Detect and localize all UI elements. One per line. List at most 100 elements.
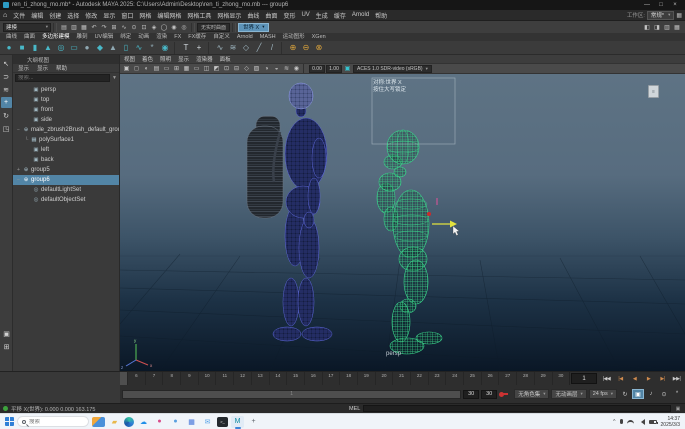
menu-set-selector[interactable]: 建模 ▾ xyxy=(3,23,51,32)
frame-tick[interactable]: 6 xyxy=(127,372,145,385)
menu-item[interactable]: 生成 xyxy=(313,11,331,20)
select-camera-icon[interactable]: ▣ xyxy=(122,64,131,73)
boolean-intersect-icon[interactable]: ⊗ xyxy=(313,42,325,54)
onedrive-icon[interactable]: ☁ xyxy=(137,416,150,428)
redo-icon[interactable]: ↷ xyxy=(99,22,109,32)
outliner-item[interactable]: − ⊕ group6 xyxy=(13,175,119,185)
wifi-icon[interactable] xyxy=(627,420,634,424)
shelf-tab[interactable]: 自定义 xyxy=(213,33,230,41)
frame-tick[interactable]: 12 xyxy=(233,372,251,385)
maya-app-icon[interactable]: M xyxy=(231,416,244,428)
symmetry-selector[interactable]: 世界 X ▾ xyxy=(238,23,269,32)
poly-plane-icon[interactable]: ▭ xyxy=(68,42,80,54)
single-pane-layout-button[interactable]: ▣ xyxy=(1,328,12,339)
shelf-tab[interactable]: MASH xyxy=(260,33,276,41)
outliner-item[interactable]: ▣ side xyxy=(13,115,119,125)
text-tool-icon[interactable]: T xyxy=(180,42,192,54)
frame-tick[interactable]: 7 xyxy=(145,372,163,385)
select-hierarchy-icon[interactable]: ◯ xyxy=(159,22,169,32)
edge-browser-icon[interactable] xyxy=(124,417,134,427)
safe-action-icon[interactable]: ⊡ xyxy=(222,64,231,73)
human-body-mesh[interactable] xyxy=(273,83,332,341)
frame-tick[interactable]: 13 xyxy=(251,372,269,385)
shelf-tab[interactable]: XGen xyxy=(312,33,326,41)
viewport-menu-item[interactable]: 渲染器 xyxy=(196,55,213,63)
expand-toggle[interactable]: + xyxy=(15,167,22,173)
select-component-icon[interactable]: ◎ xyxy=(179,22,189,32)
poly-disc-icon[interactable]: ● xyxy=(81,42,93,54)
boolean-union-icon[interactable]: ⊕ xyxy=(287,42,299,54)
animation-preferences-icon[interactable]: * xyxy=(671,389,683,399)
menu-item[interactable]: 编辑网格 xyxy=(154,11,184,20)
snip-tool-icon[interactable]: + xyxy=(247,416,260,428)
outliner-item[interactable]: ▣ left xyxy=(13,145,119,155)
shelf-tab[interactable]: UV编辑 xyxy=(95,33,114,41)
open-scene-icon[interactable]: ▥ xyxy=(69,22,79,32)
viewport-menu-item[interactable]: 照明 xyxy=(160,55,171,63)
poly-cube-icon[interactable]: ■ xyxy=(16,42,28,54)
menu-item[interactable]: 缓存 xyxy=(331,11,349,20)
menu-item[interactable]: 选择 xyxy=(64,11,82,20)
outliner-menu-item[interactable]: 帮助 xyxy=(56,64,67,72)
go-to-end-button[interactable]: ▶▶| xyxy=(670,373,683,384)
snap-to-curve-icon[interactable]: ∿ xyxy=(119,22,129,32)
character-set-selector[interactable]: 无角色集 ▾ xyxy=(514,389,549,399)
outliner-item[interactable]: ▣ top xyxy=(13,95,119,105)
poly-cylinder-icon[interactable]: ▮ xyxy=(29,42,41,54)
shelf-tab[interactable]: Arnold xyxy=(237,33,253,41)
frame-tick[interactable]: 24 xyxy=(445,372,463,385)
poly-cone-icon[interactable]: ▲ xyxy=(42,42,54,54)
menu-item[interactable]: 网格工具 xyxy=(184,11,214,20)
frame-tick[interactable]: 27 xyxy=(498,372,516,385)
ep-curve-icon[interactable]: ≋ xyxy=(227,42,239,54)
widgets-weather-icon[interactable] xyxy=(92,417,105,427)
script-editor-icon[interactable]: ▣ xyxy=(674,405,682,413)
taskbar-search-input[interactable] xyxy=(29,419,84,425)
poly-pyramid-icon[interactable]: ▲ xyxy=(107,42,119,54)
frame-tick[interactable]: 30 xyxy=(552,372,570,385)
shelf-tab[interactable]: 曲面 xyxy=(24,33,35,41)
poly-torus-icon[interactable]: ◎ xyxy=(55,42,67,54)
motion-blur-icon[interactable]: ◉ xyxy=(292,64,301,73)
save-scene-icon[interactable]: ▦ xyxy=(79,22,89,32)
expand-toggle[interactable]: └ xyxy=(23,137,30,143)
poly-sphere-icon[interactable]: ● xyxy=(3,42,15,54)
frame-tick[interactable]: 9 xyxy=(180,372,198,385)
poly-gear-icon[interactable]: * xyxy=(146,42,158,54)
step-forward-frame-button[interactable]: ▶| xyxy=(656,373,669,384)
playback-loop-button[interactable]: ↻ xyxy=(619,389,631,399)
menu-item[interactable]: 网格显示 xyxy=(214,11,244,20)
paint-select-tool[interactable]: ≋ xyxy=(1,84,12,95)
frame-tick[interactable]: 15 xyxy=(286,372,304,385)
outliner-item[interactable]: └ ▦ polySurface1 xyxy=(13,135,119,145)
filter-icon[interactable]: ▼ xyxy=(112,75,117,81)
calculator-icon[interactable]: ▦ xyxy=(185,416,198,428)
time-slider[interactable]: 6789101112131415161718192021222324252627… xyxy=(120,371,685,385)
menu-item[interactable]: 窗口 xyxy=(118,11,136,20)
image-plane-icon[interactable]: ▭ xyxy=(162,64,171,73)
anim-layer-selector[interactable]: 无动画层 ▾ xyxy=(551,389,586,399)
scale-tool[interactable]: ◳ xyxy=(1,123,12,134)
workspace-selector[interactable]: 常规* ▾ xyxy=(647,11,674,20)
shadows-icon[interactable]: ◒ xyxy=(272,64,281,73)
play-forwards-button[interactable]: ▶ xyxy=(642,373,655,384)
audio-icon[interactable]: ♪ xyxy=(645,389,657,399)
timeline-ticks[interactable]: 6789101112131415161718192021222324252627… xyxy=(120,372,570,385)
camera-attributes-icon[interactable]: ◐ xyxy=(142,64,151,73)
playhead[interactable] xyxy=(120,372,127,385)
frame-tick[interactable]: 11 xyxy=(215,372,233,385)
frame-tick[interactable]: 25 xyxy=(463,372,481,385)
battery-icon[interactable] xyxy=(649,420,657,424)
frame-tick[interactable]: 26 xyxy=(481,372,499,385)
maximize-button[interactable]: □ xyxy=(654,0,668,10)
attribute-editor-toggle-icon[interactable]: ◧ xyxy=(642,22,652,32)
move-manipulator[interactable] xyxy=(427,198,457,228)
menu-item[interactable]: 帮助 xyxy=(372,11,390,20)
expand-toggle[interactable]: − xyxy=(15,177,22,183)
lock-camera-icon[interactable]: ◻ xyxy=(132,64,141,73)
fps-selector[interactable]: 24 fps ▾ xyxy=(589,389,617,399)
shelf-icon[interactable] xyxy=(208,42,211,54)
shelf-tab[interactable]: 动画 xyxy=(138,33,149,41)
safe-title-icon[interactable]: ⊟ xyxy=(232,64,241,73)
select-tool[interactable]: ↖ xyxy=(1,58,12,69)
